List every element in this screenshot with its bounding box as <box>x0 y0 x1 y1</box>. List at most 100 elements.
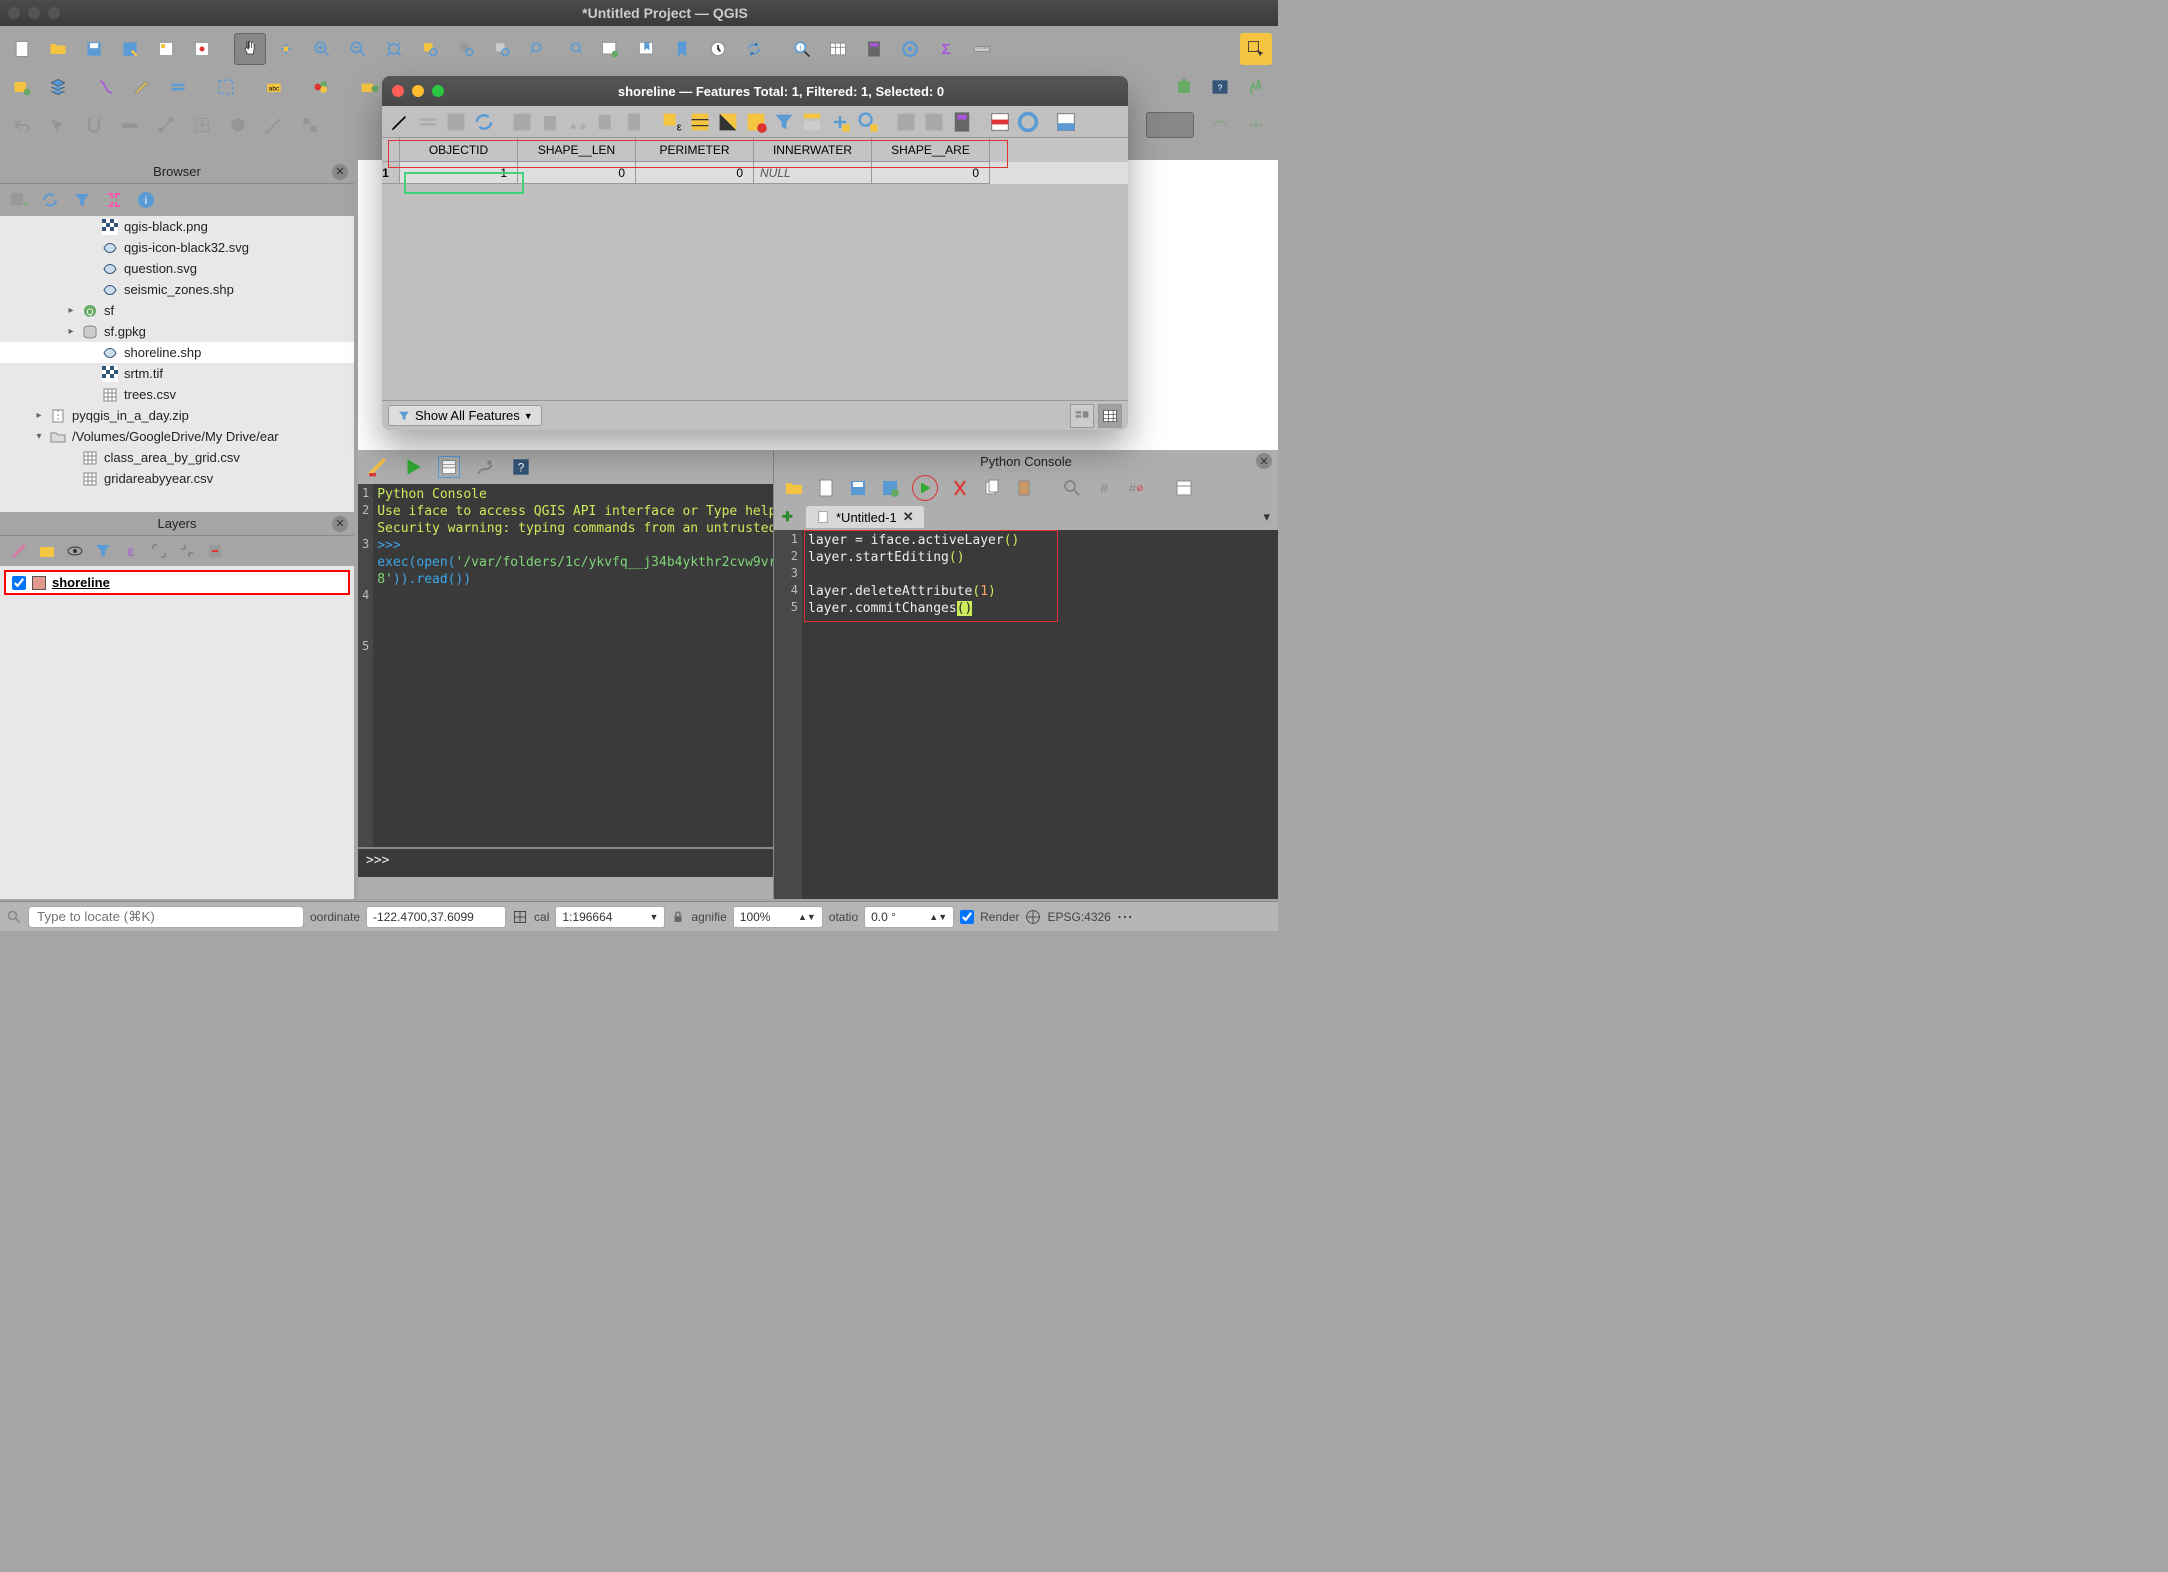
cell[interactable]: 0 <box>636 162 754 184</box>
layer-add-group-icon[interactable] <box>38 542 56 560</box>
cell[interactable]: 1 <box>400 162 518 184</box>
style-manager-button[interactable] <box>186 33 218 65</box>
attr-cond-format-icon[interactable] <box>988 110 1012 134</box>
layers-list[interactable]: shoreline <box>0 566 354 899</box>
browser-item[interactable]: ▸sf.gpkg <box>0 321 354 342</box>
epsg-label[interactable]: EPSG:4326 <box>1047 910 1110 924</box>
attr-close-dot[interactable] <box>392 85 404 97</box>
mesh-tool-button[interactable] <box>1204 109 1236 141</box>
expand-icon[interactable]: ▸ <box>34 410 44 421</box>
plugins-button[interactable] <box>1168 71 1200 103</box>
cell[interactable]: 0 <box>872 162 990 184</box>
add-tab-icon[interactable]: ✚ <box>782 509 798 525</box>
comment-icon[interactable]: # <box>1094 478 1114 498</box>
messages-icon[interactable]: ⋯ <box>1117 907 1135 927</box>
browser-item[interactable]: ▾/Volumes/GoogleDrive/My Drive/ear <box>0 426 354 447</box>
attr-delete-feature-icon[interactable] <box>538 110 562 134</box>
browser-item[interactable]: qgis-black.png <box>0 216 354 237</box>
row-index[interactable]: 1 <box>382 162 400 184</box>
mesh-tool2-button[interactable] <box>1240 109 1272 141</box>
grid-button[interactable] <box>186 109 218 141</box>
new-shapefile-button[interactable] <box>90 71 122 103</box>
python-input[interactable]: >>> <box>358 847 773 877</box>
layer-style-icon[interactable] <box>10 542 28 560</box>
zoom-selection-button[interactable] <box>414 33 446 65</box>
attr-invert-icon[interactable] <box>716 110 740 134</box>
selection-tool-button[interactable] <box>42 109 74 141</box>
attr-reload-icon[interactable] <box>472 110 496 134</box>
col-header[interactable]: INNERWATER <box>754 138 872 162</box>
col-header[interactable]: SHAPE__ARE <box>872 138 990 162</box>
tab-close-icon[interactable]: ✕ <box>903 509 914 525</box>
layer-remove-icon[interactable] <box>206 542 224 560</box>
vertex-tool-button[interactable] <box>210 71 242 103</box>
extents-icon[interactable] <box>512 909 528 925</box>
attr-new-field-icon[interactable] <box>894 110 918 134</box>
copy-icon[interactable] <box>982 478 1002 498</box>
cad-button[interactable] <box>258 109 290 141</box>
tab-untitled[interactable]: *Untitled-1 ✕ <box>806 506 924 528</box>
browser-close-icon[interactable]: ✕ <box>332 164 348 180</box>
open-project-button[interactable] <box>42 33 74 65</box>
run-script-icon[interactable] <box>915 478 935 498</box>
show-all-features-button[interactable]: Show All Features ▼ <box>388 405 542 426</box>
clear-console-icon[interactable] <box>366 456 388 478</box>
attr-paste-icon[interactable] <box>622 110 646 134</box>
layout-manager-button[interactable] <box>150 33 182 65</box>
attr-edit-icon[interactable] <box>388 110 412 134</box>
expand-icon[interactable]: ▸ <box>66 305 76 316</box>
table-view-button[interactable] <box>1098 404 1122 428</box>
refresh-button[interactable] <box>738 33 770 65</box>
options-icon[interactable] <box>474 456 496 478</box>
add-layer-icon[interactable]: + <box>8 190 28 210</box>
attr-select-all-icon[interactable] <box>688 110 712 134</box>
layer-checkbox[interactable] <box>12 576 26 590</box>
browser-item[interactable]: shoreline.shp <box>0 342 354 363</box>
merge-button[interactable] <box>294 109 326 141</box>
col-header[interactable]: SHAPE__LEN <box>518 138 636 162</box>
browser-item[interactable]: class_area_by_grid.csv <box>0 447 354 468</box>
new-map-view-button[interactable] <box>594 33 626 65</box>
locator-input[interactable] <box>28 906 304 928</box>
editor-area[interactable]: 12345 layer = iface.activeLayer() layer.… <box>774 530 1278 899</box>
attr-copy-icon[interactable] <box>594 110 618 134</box>
labels-button[interactable]: abc <box>258 71 290 103</box>
browser-item[interactable]: question.svg <box>0 258 354 279</box>
refresh-browser-icon[interactable] <box>40 190 60 210</box>
find-icon[interactable] <box>1062 478 1082 498</box>
expand-icon[interactable]: ▸ <box>66 326 76 337</box>
attr-cut-icon[interactable] <box>566 110 590 134</box>
attr-del-field-icon[interactable] <box>922 110 946 134</box>
render-checkbox[interactable] <box>960 910 974 924</box>
show-editor-icon[interactable] <box>438 456 460 478</box>
processing-toolbox-button[interactable] <box>894 33 926 65</box>
table-row[interactable]: 1 1 0 0 NULL 0 <box>382 162 1128 184</box>
pan-button[interactable] <box>234 33 266 65</box>
browser-item[interactable]: qgis-icon-black32.svg <box>0 237 354 258</box>
zoom-next-button[interactable] <box>558 33 590 65</box>
lock-icon[interactable] <box>671 910 685 924</box>
form-view-button[interactable] <box>1070 404 1094 428</box>
layer-expand-icon[interactable] <box>150 542 168 560</box>
attr-dock-icon[interactable] <box>1054 110 1078 134</box>
cell[interactable]: NULL <box>754 162 872 184</box>
layer-visibility-icon[interactable] <box>66 542 84 560</box>
attr-max-dot[interactable] <box>432 85 444 97</box>
zoom-out-button[interactable] <box>342 33 374 65</box>
save-project-button[interactable] <box>78 33 110 65</box>
browser-item[interactable]: ▸Qsf <box>0 300 354 321</box>
attr-select-expr-icon[interactable]: ε <box>660 110 684 134</box>
uncomment-icon[interactable]: #⊘ <box>1126 478 1146 498</box>
temporal-button[interactable] <box>702 33 734 65</box>
zoom-native-button[interactable] <box>486 33 518 65</box>
attribute-grid[interactable]: OBJECTID SHAPE__LEN PERIMETER INNERWATER… <box>382 138 1128 400</box>
save-script-icon[interactable] <box>848 478 868 498</box>
magnifier-field[interactable]: 100%▲▼ <box>733 906 823 928</box>
browser-tree[interactable]: qgis-black.pngqgis-icon-black32.svgquest… <box>0 216 354 512</box>
measure-button[interactable] <box>966 33 998 65</box>
field-calculator-button[interactable] <box>858 33 890 65</box>
select-features-button[interactable] <box>1240 33 1272 65</box>
topo-button[interactable] <box>150 109 182 141</box>
properties-browser-icon[interactable]: i <box>136 190 156 210</box>
new-geopackage-button[interactable] <box>42 71 74 103</box>
